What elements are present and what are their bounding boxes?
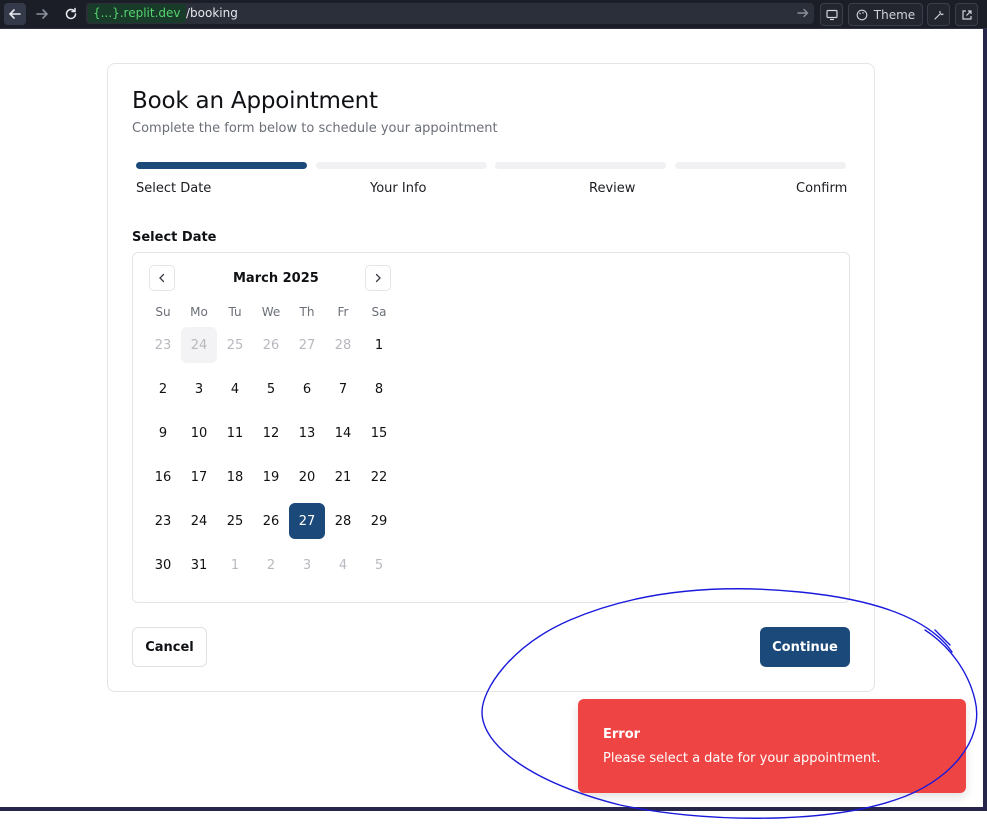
calendar-day[interactable]: 8	[361, 371, 397, 407]
calendar-day[interactable]: 3	[181, 371, 217, 407]
calendar-day[interactable]: 1	[217, 547, 253, 583]
page-subtitle: Complete the form below to schedule your…	[132, 121, 498, 136]
calendar-day[interactable]: 24	[181, 327, 217, 363]
calendar-day[interactable]: 19	[253, 459, 289, 495]
url-host: {...}.replit.dev	[88, 4, 186, 23]
window-frame-bottom	[0, 807, 987, 811]
calendar-day[interactable]: 15	[361, 415, 397, 451]
next-month-button[interactable]	[365, 265, 391, 291]
reload-icon	[65, 7, 77, 20]
calendar-day[interactable]: 28	[325, 503, 361, 539]
calendar-day[interactable]: 4	[217, 371, 253, 407]
forward-button[interactable]	[31, 3, 53, 25]
arrow-right-icon	[36, 9, 49, 19]
step-label-your-info: Your Info	[370, 181, 427, 196]
calendar-day[interactable]: 16	[145, 459, 181, 495]
arrow-left-icon	[8, 9, 21, 19]
calendar-day[interactable]: 1	[361, 327, 397, 363]
address-bar[interactable]: {...}.replit.dev /booking	[86, 3, 814, 24]
open-new-tab-button[interactable]	[955, 3, 978, 26]
calendar-day[interactable]: 26	[253, 327, 289, 363]
weekday-header: Sa	[371, 305, 387, 319]
step-label-select-date: Select Date	[136, 181, 212, 196]
calendar-day[interactable]: 20	[289, 459, 325, 495]
calendar-month: March 2025	[233, 271, 319, 286]
page-title: Book an Appointment	[132, 88, 378, 114]
url-path: /booking	[186, 6, 238, 20]
error-toast[interactable]: Error Please select a date for your appo…	[578, 699, 966, 793]
calendar-day[interactable]: 27	[289, 327, 325, 363]
weekday-header: Th	[299, 305, 315, 319]
calendar-day[interactable]: 25	[217, 503, 253, 539]
toast-title: Error	[603, 727, 641, 742]
theme-button[interactable]: Theme	[848, 3, 923, 26]
calendar-day[interactable]: 26	[253, 503, 289, 539]
devices-button[interactable]	[820, 3, 843, 26]
calendar-day[interactable]: 21	[325, 459, 361, 495]
weekday-header: Tu	[228, 305, 242, 319]
calendar-day[interactable]: 22	[361, 459, 397, 495]
theme-label: Theme	[873, 7, 916, 22]
toast-message: Please select a date for your appointmen…	[603, 751, 881, 766]
progress-step-1	[136, 162, 307, 169]
calendar-day[interactable]: 6	[289, 371, 325, 407]
window-frame-right	[983, 29, 987, 811]
weekday-header: Mo	[190, 305, 208, 319]
go-arrow-icon[interactable]	[796, 5, 810, 21]
progress-step-3	[495, 162, 666, 169]
calendar-day[interactable]: 9	[145, 415, 181, 451]
tools-button[interactable]	[927, 3, 950, 26]
calendar-day[interactable]: 31	[181, 547, 217, 583]
calendar-day[interactable]: 29	[361, 503, 397, 539]
chevron-right-icon	[375, 273, 381, 283]
step-label-review: Review	[589, 181, 636, 196]
calendar-day[interactable]: 10	[181, 415, 217, 451]
monitor-icon	[825, 9, 838, 20]
external-link-icon	[961, 9, 972, 20]
reload-button[interactable]	[60, 3, 82, 25]
chevron-left-icon	[159, 273, 165, 283]
calendar-day[interactable]: 5	[253, 371, 289, 407]
calendar-day[interactable]: 7	[325, 371, 361, 407]
weekday-header: We	[261, 305, 281, 319]
calendar-day[interactable]: 12	[253, 415, 289, 451]
calendar-day-selected[interactable]: 27	[289, 503, 325, 539]
palette-icon	[856, 9, 868, 20]
calendar-day[interactable]: 23	[145, 503, 181, 539]
calendar: March 2025 Su Mo Tu We Th Fr Sa 23 24 25 26 27 28 1 2 3…	[132, 252, 850, 603]
browser-toolbar: {...}.replit.dev /booking Theme	[0, 0, 987, 29]
calendar-day[interactable]: 23	[145, 327, 181, 363]
calendar-day[interactable]: 13	[289, 415, 325, 451]
date-section-label: Select Date	[132, 230, 217, 245]
cancel-button[interactable]: Cancel	[132, 627, 207, 667]
weekday-header: Su	[155, 305, 171, 319]
calendar-day[interactable]: 4	[325, 547, 361, 583]
calendar-day[interactable]: 24	[181, 503, 217, 539]
calendar-day[interactable]: 28	[325, 327, 361, 363]
booking-card: Book an Appointment Complete the form be…	[107, 63, 875, 692]
calendar-day[interactable]: 5	[361, 547, 397, 583]
calendar-day[interactable]: 30	[145, 547, 181, 583]
wrench-icon	[933, 10, 944, 20]
step-label-confirm: Confirm	[796, 181, 848, 196]
calendar-day[interactable]: 25	[217, 327, 253, 363]
progress-step-2	[316, 162, 487, 169]
calendar-day[interactable]: 2	[145, 371, 181, 407]
calendar-day[interactable]: 11	[217, 415, 253, 451]
progress-step-4	[675, 162, 846, 169]
previous-month-button[interactable]	[149, 265, 175, 291]
calendar-day[interactable]: 17	[181, 459, 217, 495]
calendar-day[interactable]: 14	[325, 415, 361, 451]
calendar-day[interactable]: 3	[289, 547, 325, 583]
calendar-day[interactable]: 18	[217, 459, 253, 495]
weekday-header: Fr	[337, 305, 349, 319]
back-button[interactable]	[4, 3, 26, 25]
calendar-day[interactable]: 2	[253, 547, 289, 583]
continue-button[interactable]: Continue	[760, 627, 850, 667]
